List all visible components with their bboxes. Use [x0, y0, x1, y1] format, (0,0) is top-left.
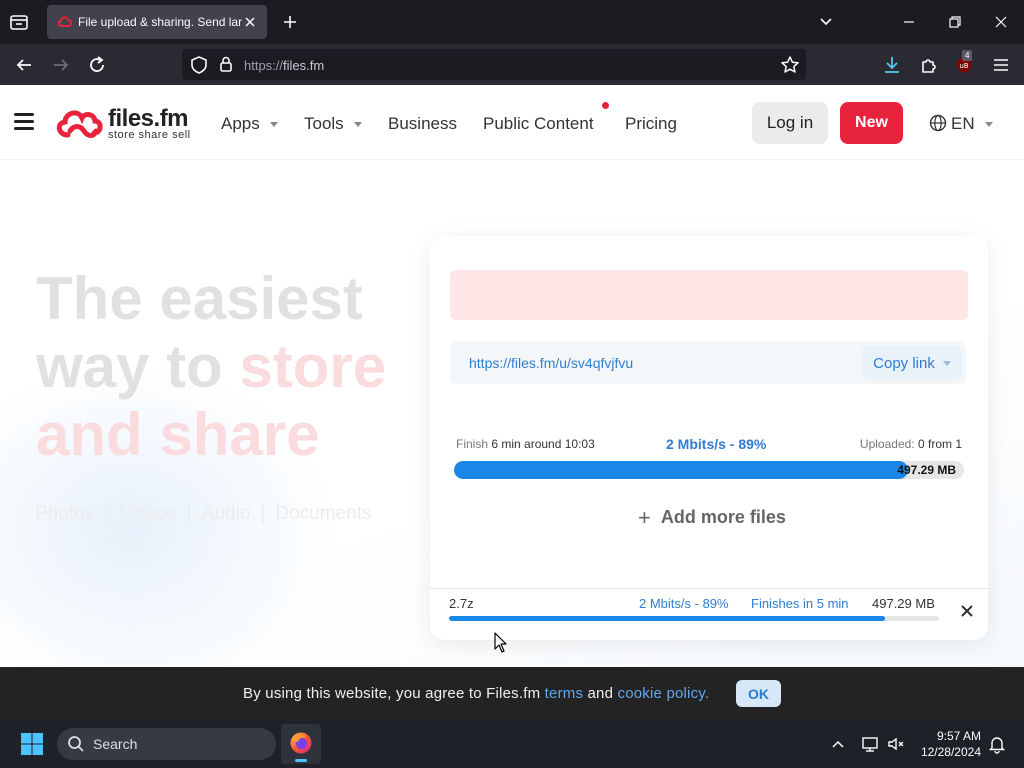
show-hidden-icons-chevron-icon[interactable]: [828, 734, 848, 754]
browser-nav-bar: https://files.fm uB 4: [0, 44, 1024, 85]
reload-icon[interactable]: [86, 54, 108, 76]
mouse-cursor-icon: [494, 632, 508, 659]
notification-dot: [602, 102, 609, 109]
file-size: 497.29 MB: [872, 596, 935, 611]
speed-summary: 2 Mbits/s - 89%: [666, 436, 767, 452]
firefox-taskbar-button[interactable]: [281, 724, 321, 764]
new-button[interactable]: New: [840, 102, 903, 144]
chevron-down-icon: [942, 360, 951, 366]
list-all-tabs-chevron-icon[interactable]: [816, 12, 836, 32]
downloads-icon[interactable]: [881, 54, 903, 76]
terms-link[interactable]: terms: [545, 685, 584, 702]
cancel-upload-close-icon[interactable]: [960, 604, 974, 618]
file-progress-fill: [449, 616, 886, 621]
total-size: 497.29 MB: [897, 463, 956, 477]
media-type-audio[interactable]: Audio: [202, 503, 251, 524]
app-menu-icon[interactable]: [990, 54, 1012, 76]
total-progress-bar: 497.29 MB: [454, 461, 964, 479]
extension-count-badge: 4: [962, 50, 973, 61]
active-indicator: [295, 759, 307, 762]
upload-stats: Finish 6 min around 10:03 2 Mbits/s - 89…: [456, 436, 962, 454]
total-progress-fill: [454, 461, 908, 479]
share-link[interactable]: https://files.fm/u/sv4qfvjfvu: [469, 355, 633, 371]
globe-icon: [929, 114, 947, 132]
minimize-icon[interactable]: [899, 12, 919, 32]
cookie-consent-bar: By using this website, you agree to File…: [0, 667, 1024, 720]
plus-icon: +: [638, 505, 651, 530]
search-icon: [67, 735, 85, 756]
hero-section: The easiest way to store and share Photo…: [0, 160, 1024, 667]
filesfm-favicon-icon: [57, 15, 73, 32]
window-close-icon[interactable]: [991, 12, 1011, 32]
hamburger-menu-icon[interactable]: [14, 113, 34, 131]
network-icon[interactable]: [860, 734, 880, 754]
site-header: files.fm store share sell Apps Tools Bus…: [0, 85, 1024, 160]
nav-business[interactable]: Business: [388, 114, 457, 134]
cookie-ok-button[interactable]: OK: [736, 680, 781, 707]
firefox-icon: [290, 732, 312, 754]
restore-icon[interactable]: [945, 12, 965, 32]
chevron-down-icon: [353, 122, 362, 128]
chevron-down-icon: [984, 122, 993, 128]
share-link-box: https://files.fm/u/sv4qfvjfvu Copy link: [450, 342, 966, 384]
extensions-puzzle-icon[interactable]: [918, 54, 940, 76]
back-arrow-icon[interactable]: [13, 54, 35, 76]
file-row: 2.7z 2 Mbits/s - 89% Finishes in 5 min 4…: [449, 596, 969, 616]
media-type-photos[interactable]: Photos: [35, 503, 94, 524]
uploaded-count: Uploaded: 0 from 1: [859, 437, 962, 451]
tab-list-icon[interactable]: [8, 11, 32, 33]
upload-card: https://files.fm/u/sv4qfvjfvu Copy link …: [430, 236, 988, 640]
media-type-documents[interactable]: Documents: [275, 503, 371, 524]
windows-start-icon[interactable]: [20, 732, 44, 756]
language-selector[interactable]: EN: [929, 114, 993, 134]
forward-arrow-icon[interactable]: [50, 54, 72, 76]
add-more-files-button[interactable]: + Add more files: [638, 503, 786, 530]
url-bar[interactable]: https://files.fm: [182, 49, 806, 80]
chevron-down-icon: [269, 122, 278, 128]
notifications-bell-icon[interactable]: [987, 734, 1007, 754]
media-types: Photos | Videos | Audio | Documents: [35, 503, 372, 524]
filesfm-logo[interactable]: files.fm store share sell: [52, 105, 202, 145]
browser-tab-bar: File upload & sharing. Send large files: [0, 0, 1024, 44]
tab-title: File upload & sharing. Send large files: [78, 15, 242, 29]
file-progress-bar: [449, 616, 939, 621]
logo-tagline: store share sell: [108, 129, 191, 141]
new-tab-icon[interactable]: [280, 12, 300, 32]
cookie-policy-link[interactable]: cookie policy.: [618, 685, 710, 702]
browser-tab-active[interactable]: File upload & sharing. Send large files: [47, 5, 267, 39]
filesfm-cloud-logo-icon: [56, 110, 103, 138]
divider: [430, 588, 988, 589]
cookie-text: By using this website, you agree to File…: [243, 685, 710, 702]
nav-pricing[interactable]: Pricing: [625, 114, 677, 134]
bookmark-star-icon[interactable]: [780, 55, 800, 80]
finish-estimate: Finish 6 min around 10:03: [456, 437, 595, 451]
file-eta: Finishes in 5 min: [751, 596, 849, 611]
file-name: 2.7z: [449, 596, 474, 611]
nav-tools[interactable]: Tools: [304, 114, 362, 134]
svg-text:uB: uB: [959, 62, 968, 70]
volume-muted-icon[interactable]: [886, 734, 906, 754]
system-clock[interactable]: 9:57 AM 12/28/2024: [914, 728, 981, 760]
copy-link-button[interactable]: Copy link: [862, 346, 962, 380]
lock-icon[interactable]: [218, 55, 234, 78]
clock-date: 12/28/2024: [920, 745, 981, 759]
login-button[interactable]: Log in: [752, 102, 828, 144]
hero-headline: The easiest way to store and share: [36, 265, 387, 468]
url-text: https://files.fm: [244, 58, 325, 73]
tab-close-icon[interactable]: [242, 14, 258, 30]
notice-banner: [450, 270, 968, 320]
clock-time: 9:57 AM: [936, 729, 981, 743]
nav-public-content[interactable]: Public Content: [483, 114, 594, 134]
media-type-videos[interactable]: Videos: [119, 503, 177, 524]
file-speed: 2 Mbits/s - 89%: [639, 596, 729, 611]
os-taskbar: Search 9:57 AM 12/28/2024: [0, 720, 1024, 768]
taskbar-search[interactable]: Search: [57, 728, 276, 760]
nav-apps[interactable]: Apps: [221, 114, 278, 134]
shield-icon[interactable]: [190, 55, 208, 80]
